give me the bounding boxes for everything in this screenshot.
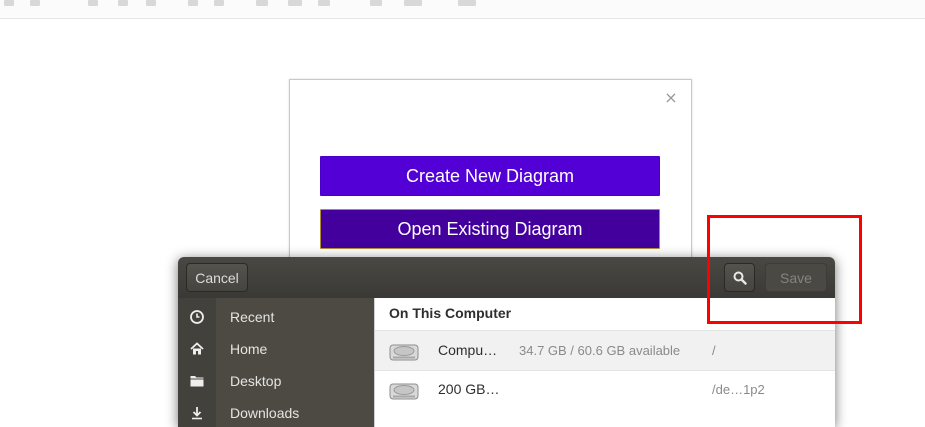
open-existing-diagram-button[interactable]: Open Existing Diagram [320, 209, 660, 249]
location-path: /de…1p2 [712, 382, 765, 397]
toolbar-icon[interactable] [370, 0, 382, 6]
sidebar-item-label: Desktop [230, 373, 282, 389]
sidebar-item-label: Downloads [230, 405, 300, 421]
create-new-diagram-button[interactable]: Create New Diagram [320, 156, 660, 196]
hard-drive-icon [389, 383, 419, 400]
toolbar-icon[interactable] [318, 0, 330, 6]
section-title: On This Computer [389, 305, 512, 321]
sidebar-item-label: Recent [230, 309, 275, 325]
download-icon [192, 407, 202, 420]
list-item[interactable]: Compu… 34.7 GB / 60.6 GB available / [375, 330, 835, 371]
close-icon[interactable]: × [663, 90, 679, 106]
search-button[interactable] [724, 263, 755, 292]
toolbar-icon[interactable] [404, 0, 422, 6]
save-button[interactable]: Save [765, 263, 827, 292]
location-name: Compu… [438, 342, 498, 358]
list-item[interactable]: 200 GB… /de…1p2 [375, 370, 835, 409]
sidebar-item-desktop[interactable]: Desktop [178, 365, 374, 397]
file-chooser-header: Cancel Save [178, 257, 835, 299]
clock-icon [190, 310, 204, 324]
hard-drive-icon [389, 344, 419, 361]
sidebar-item-label: Home [230, 341, 268, 357]
places-sidebar: Recent Home Desktop Downloads [178, 298, 374, 427]
new-diagram-dialog: × Create New Diagram Open Existing Diagr… [289, 79, 692, 281]
sidebar-item-recent[interactable]: Recent [178, 301, 374, 333]
toolbar-icon[interactable] [146, 0, 156, 6]
file-chooser-dialog: Cancel Save Recent Home Desktop Download… [178, 257, 835, 427]
editor-toolbar [0, 0, 925, 19]
cancel-button[interactable]: Cancel [186, 263, 248, 292]
toolbar-icon[interactable] [188, 0, 198, 6]
sidebar-item-home[interactable]: Home [178, 333, 374, 365]
toolbar-icon[interactable] [30, 0, 40, 6]
home-icon [190, 342, 204, 355]
locations-list: On This Computer Compu… 34.7 GB / 60.6 G… [374, 298, 835, 427]
location-size: 34.7 GB / 60.6 GB available [519, 343, 681, 358]
toolbar-icon[interactable] [88, 0, 98, 6]
toolbar-icon[interactable] [256, 0, 268, 6]
search-icon [733, 271, 747, 285]
location-path: / [712, 343, 716, 358]
toolbar-icon[interactable] [458, 0, 476, 6]
toolbar-icon[interactable] [118, 0, 128, 6]
toolbar-icon[interactable] [214, 0, 224, 6]
sidebar-item-downloads[interactable]: Downloads [178, 397, 374, 427]
toolbar-icon[interactable] [288, 0, 302, 6]
toolbar-icon[interactable] [4, 0, 14, 6]
folder-icon [190, 376, 204, 387]
location-name: 200 GB… [438, 381, 500, 397]
